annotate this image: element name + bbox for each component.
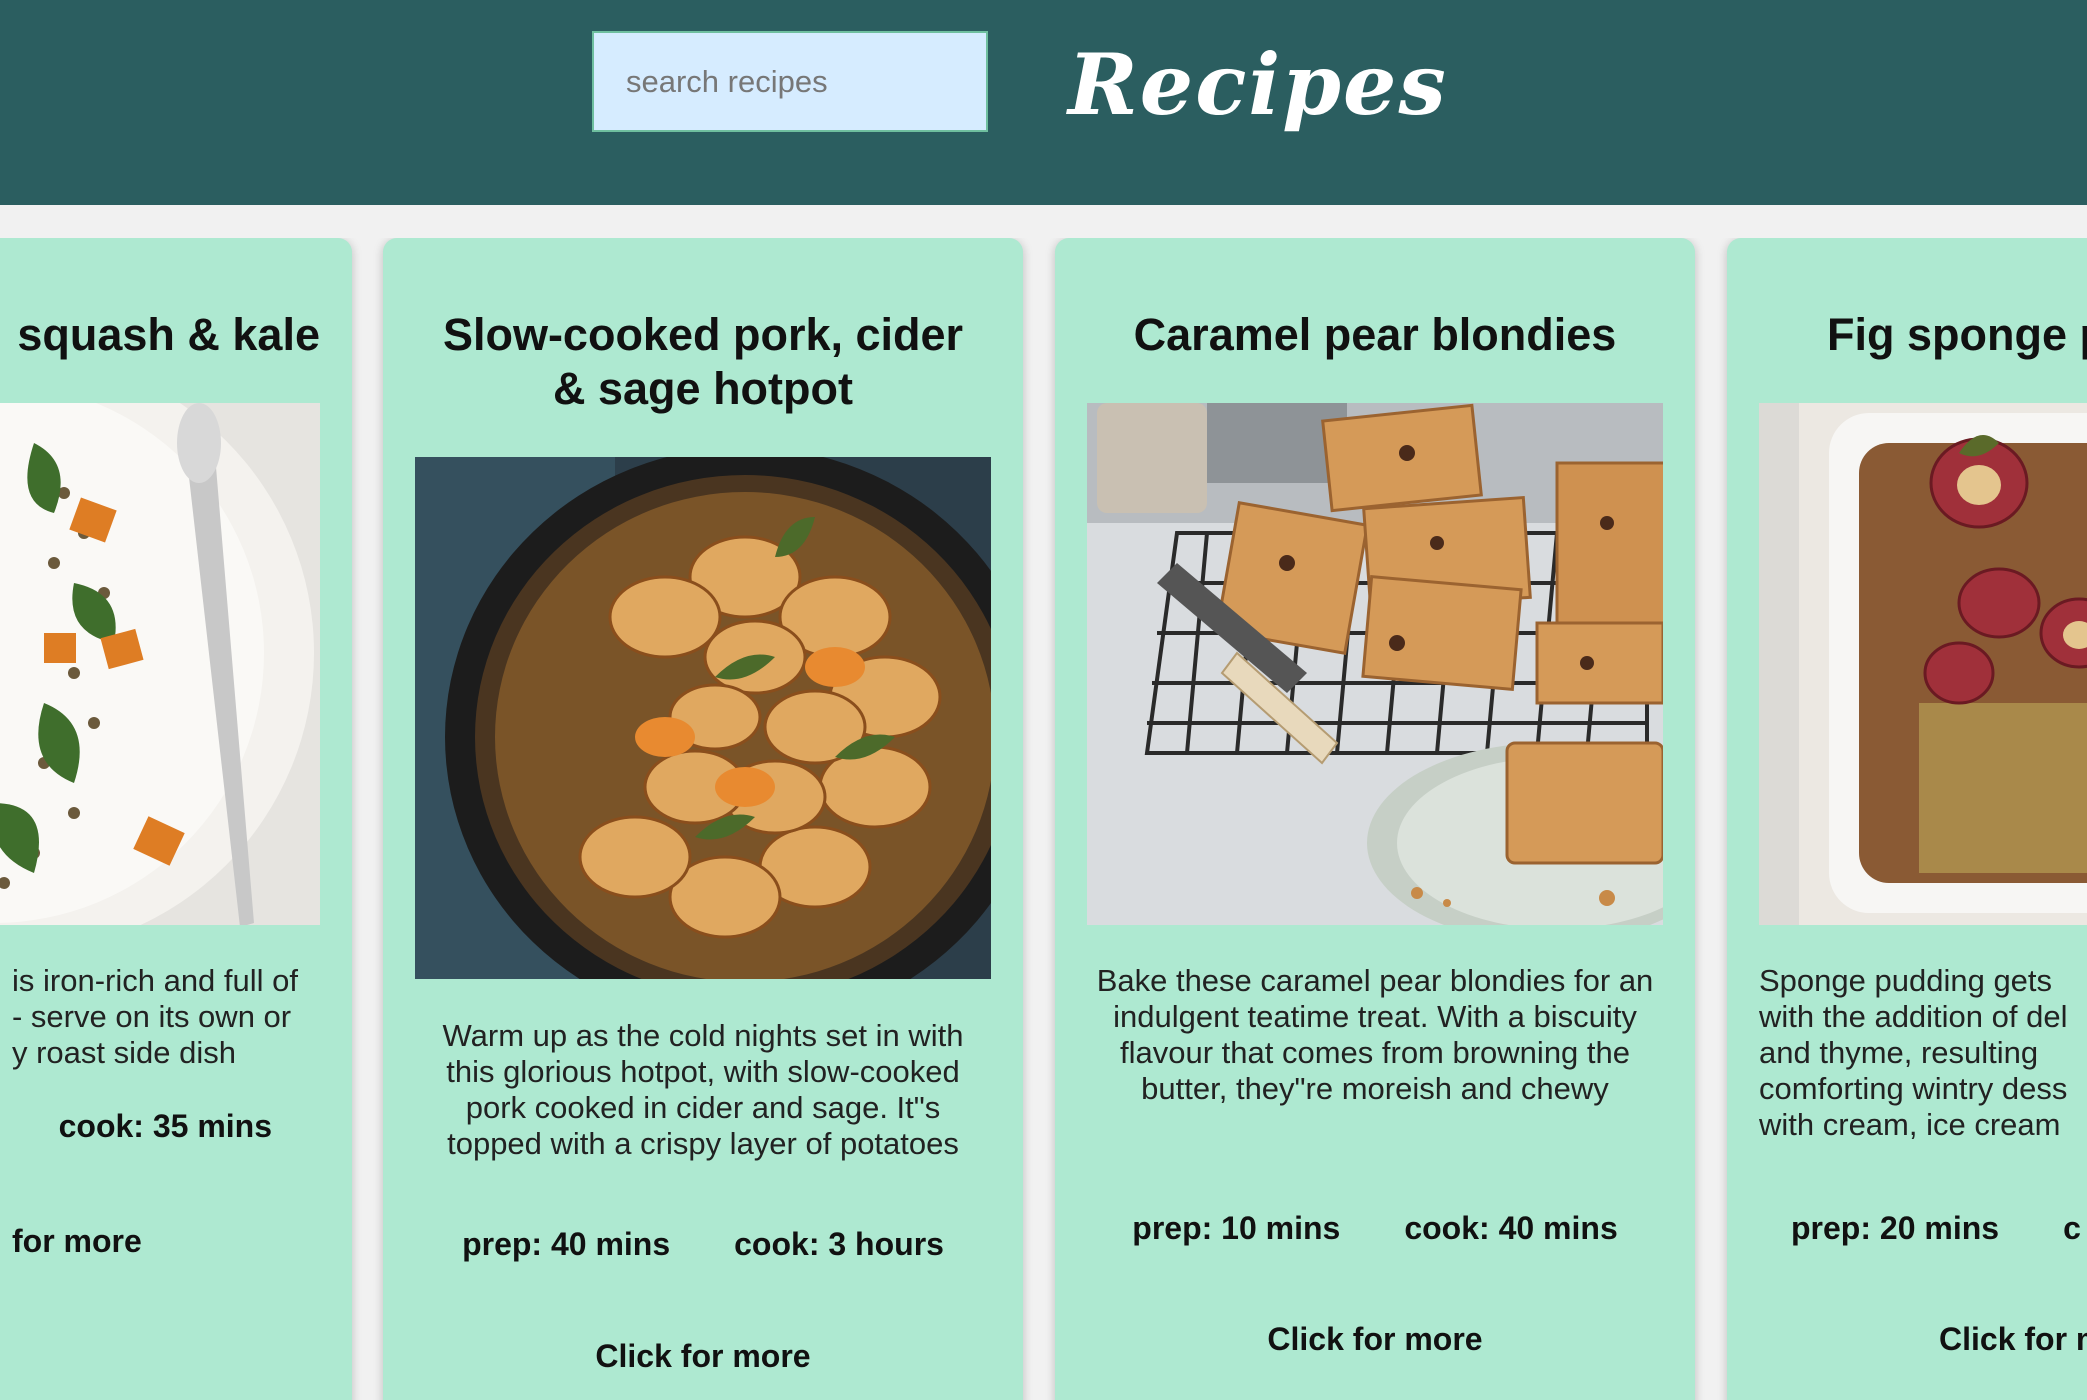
recipe-title: Fig sponge p xyxy=(1827,309,2087,360)
prep-time: prep: 20 mins xyxy=(1791,1210,2000,1246)
cook-time: cook: 3 hours xyxy=(734,1226,944,1262)
click-for-more-link[interactable]: for more xyxy=(12,1223,352,1260)
recipe-times: prep: 40 mins cook: 3 hours xyxy=(383,1226,1023,1263)
recipe-times: prep: 20 mins c xyxy=(1727,1210,2087,1247)
recipe-card-blondies[interactable]: Caramel pear blondies Bake these caramel… xyxy=(1055,238,1695,1400)
recipe-card-squash-kale[interactable]: squash & kale is iron-rich and full of -… xyxy=(0,238,352,1400)
recipe-image-blondies xyxy=(1087,403,1663,925)
recipe-image-squash-kale xyxy=(0,403,320,925)
page-title: Recipes xyxy=(1068,35,1448,134)
recipe-title: Slow-cooked pork, cider & sage hotpot xyxy=(442,309,964,414)
recipe-times: prep: 10 mins cook: 40 mins xyxy=(1055,1210,1695,1247)
recipe-title: Caramel pear blondies xyxy=(1133,309,1617,360)
recipe-description: Sponge pudding gets with the addition of… xyxy=(1759,963,2068,1142)
recipe-title: squash & kale xyxy=(17,309,320,360)
prep-time: prep: 10 mins xyxy=(1132,1210,1341,1246)
recipe-description: Warm up as the cold nights set in with t… xyxy=(442,1018,964,1161)
recipe-times: cook: 35 mins xyxy=(0,1108,352,1145)
recipe-image-hotpot xyxy=(415,457,991,979)
header-bar: Recipes xyxy=(0,0,2087,205)
recipe-list: squash & kale is iron-rich and full of -… xyxy=(0,238,2087,1400)
recipe-card-hotpot[interactable]: Slow-cooked pork, cider & sage hotpot Wa… xyxy=(383,238,1023,1400)
cook-time: cook: 35 mins xyxy=(58,1108,272,1144)
search-input[interactable] xyxy=(592,31,988,132)
click-for-more-link[interactable]: Click for more xyxy=(1055,1321,1695,1358)
cook-time: cook: 40 mins xyxy=(1404,1210,1618,1246)
cook-time: c xyxy=(2063,1210,2081,1246)
prep-time: prep: 40 mins xyxy=(462,1226,671,1262)
recipe-description: is iron-rich and full of - serve on its … xyxy=(12,963,299,1070)
click-for-more-link[interactable]: Click for more xyxy=(383,1338,1023,1375)
recipe-description: Bake these caramel pear blondies for an … xyxy=(1096,963,1654,1106)
recipe-card-fig-sponge[interactable]: Fig sponge p Sponge pudding gets with th… xyxy=(1727,238,2087,1400)
recipe-image-fig-sponge xyxy=(1759,403,2087,925)
click-for-more-link[interactable]: Click for m xyxy=(1939,1321,2087,1358)
